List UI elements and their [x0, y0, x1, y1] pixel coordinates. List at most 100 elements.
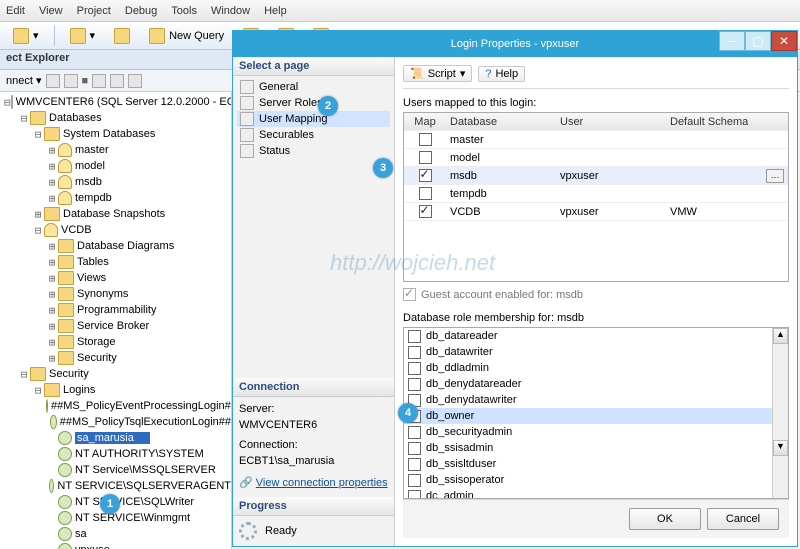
- dialog-title-bar[interactable]: Login Properties - vpxuser ─ ▢ ✕: [233, 31, 797, 57]
- role-item[interactable]: db_ssisadmin: [404, 440, 788, 456]
- role-checkbox[interactable]: [408, 474, 421, 487]
- tree-item[interactable]: ⊞Views: [4, 270, 231, 286]
- role-item[interactable]: db_denydatareader: [404, 376, 788, 392]
- toolbar-btn[interactable]: [107, 25, 137, 47]
- tree-login[interactable]: NT AUTHORITY\SYSTEM: [4, 446, 231, 462]
- object-explorer-tree[interactable]: ⊟WMVCENTER6 (SQL Server 12.0.2000 - ECBT…: [0, 92, 232, 549]
- role-item[interactable]: db_datareader: [404, 328, 788, 344]
- tree-db[interactable]: ⊞msdb: [4, 174, 231, 190]
- tree-item[interactable]: ⊞Database Diagrams: [4, 238, 231, 254]
- tree-login[interactable]: sa_marusia: [4, 430, 231, 446]
- ok-button[interactable]: OK: [629, 508, 701, 530]
- oe-tool-icon[interactable]: [64, 74, 78, 88]
- tree-item[interactable]: ⊞Security: [4, 350, 231, 366]
- tree-item[interactable]: ⊞Storage: [4, 334, 231, 350]
- help-button[interactable]: ?Help: [478, 66, 525, 82]
- page-general[interactable]: General: [237, 79, 390, 95]
- tree-login[interactable]: ##MS_PolicyTsqlExecutionLogin##: [4, 414, 231, 430]
- grid-row[interactable]: msdbvpxuser …: [404, 167, 788, 185]
- tree-login[interactable]: ##MS_PolicyEventProcessingLogin##: [4, 398, 231, 414]
- role-item[interactable]: db_ddladmin: [404, 360, 788, 376]
- tree-db[interactable]: ⊞tempdb: [4, 190, 231, 206]
- toolbar-btn[interactable]: ▾: [63, 25, 103, 47]
- page-server-roles[interactable]: Server Roles: [237, 95, 390, 111]
- role-item[interactable]: db_ssisltduser: [404, 456, 788, 472]
- role-checkbox[interactable]: [408, 346, 421, 359]
- role-checkbox[interactable]: [408, 442, 421, 455]
- login-icon: [58, 527, 72, 541]
- role-checkbox[interactable]: [408, 362, 421, 375]
- tree-security[interactable]: ⊟Security: [4, 366, 231, 382]
- map-checkbox[interactable]: [419, 169, 432, 182]
- new-query-button[interactable]: New Query: [142, 25, 231, 47]
- map-checkbox[interactable]: [419, 133, 432, 146]
- progress-header: Progress: [233, 497, 394, 516]
- menu-project[interactable]: Project: [77, 5, 111, 17]
- menu-tools[interactable]: Tools: [171, 5, 197, 17]
- page-securables[interactable]: Securables: [237, 127, 390, 143]
- tree-item[interactable]: ⊞Programmability: [4, 302, 231, 318]
- tree-databases[interactable]: ⊟Databases: [4, 110, 231, 126]
- role-checkbox[interactable]: [408, 378, 421, 391]
- menu-help[interactable]: Help: [264, 5, 287, 17]
- oe-tool-icon[interactable]: [46, 74, 60, 88]
- ellipsis-button[interactable]: …: [766, 169, 784, 183]
- map-checkbox[interactable]: [419, 151, 432, 164]
- role-membership-list[interactable]: db_datareaderdb_datawriterdb_ddladmindb_…: [403, 327, 789, 499]
- tree-item[interactable]: ⊞Tables: [4, 254, 231, 270]
- tree-db[interactable]: ⊞model: [4, 158, 231, 174]
- menu-debug[interactable]: Debug: [125, 5, 157, 17]
- tree-db[interactable]: ⊞master: [4, 142, 231, 158]
- tree-login[interactable]: sa: [4, 526, 231, 542]
- grid-row[interactable]: VCDBvpxuserVMW: [404, 203, 788, 221]
- script-button[interactable]: 📜Script▾: [403, 65, 472, 82]
- select-page-header: Select a page: [233, 57, 394, 76]
- connect-dropdown[interactable]: nnect ▾: [6, 74, 42, 87]
- grid-row[interactable]: model: [404, 149, 788, 167]
- map-checkbox[interactable]: [419, 205, 432, 218]
- tree-logins[interactable]: ⊟Logins: [4, 382, 231, 398]
- tree-db-snapshots[interactable]: ⊞Database Snapshots: [4, 206, 231, 222]
- tree-login[interactable]: NT SERVICE\SQLSERVERAGENT: [4, 478, 231, 494]
- minimize-button[interactable]: ─: [719, 31, 745, 51]
- role-item[interactable]: dc_admin: [404, 488, 788, 499]
- role-checkbox[interactable]: [408, 458, 421, 471]
- oe-tool-icon[interactable]: [92, 74, 106, 88]
- grid-row[interactable]: tempdb: [404, 185, 788, 203]
- map-checkbox[interactable]: [419, 187, 432, 200]
- toolbar-btn[interactable]: ▾: [6, 25, 46, 47]
- scrollbar[interactable]: ▲ ▼: [772, 328, 788, 498]
- scroll-up-button[interactable]: ▲: [773, 328, 788, 344]
- role-checkbox[interactable]: [408, 330, 421, 343]
- scroll-down-button[interactable]: ▼: [773, 440, 788, 456]
- tree-login[interactable]: NT SERVICE\Winmgmt: [4, 510, 231, 526]
- main-menu[interactable]: Edit View Project Debug Tools Window Hel…: [0, 0, 800, 22]
- role-item[interactable]: db_owner: [404, 408, 788, 424]
- role-checkbox[interactable]: [408, 490, 421, 500]
- tree-login-vpxuser[interactable]: vpxuse: [4, 542, 231, 549]
- cancel-button[interactable]: Cancel: [707, 508, 779, 530]
- menu-view[interactable]: View: [39, 5, 63, 17]
- oe-tool-icon[interactable]: [110, 74, 124, 88]
- oe-tool-icon[interactable]: [128, 74, 142, 88]
- tree-item[interactable]: ⊞Synonyms: [4, 286, 231, 302]
- maximize-button[interactable]: ▢: [745, 31, 771, 51]
- menu-edit[interactable]: Edit: [6, 5, 25, 17]
- role-item[interactable]: db_securityadmin: [404, 424, 788, 440]
- view-connection-properties-link[interactable]: View connection properties: [256, 477, 388, 489]
- tree-system-databases[interactable]: ⊟System Databases: [4, 126, 231, 142]
- user-mapping-grid[interactable]: Map Database User Default Schema master …: [403, 112, 789, 282]
- tree-server[interactable]: ⊟WMVCENTER6 (SQL Server 12.0.2000 - ECBT…: [4, 94, 231, 110]
- page-status[interactable]: Status: [237, 143, 390, 159]
- role-checkbox[interactable]: [408, 426, 421, 439]
- tree-item[interactable]: ⊞Service Broker: [4, 318, 231, 334]
- role-item[interactable]: db_denydatawriter: [404, 392, 788, 408]
- tree-vcdb[interactable]: ⊟VCDB: [4, 222, 231, 238]
- role-item[interactable]: db_datawriter: [404, 344, 788, 360]
- grid-row[interactable]: master: [404, 131, 788, 149]
- page-user-mapping[interactable]: User Mapping: [237, 111, 390, 127]
- role-item[interactable]: db_ssisoperator: [404, 472, 788, 488]
- close-button[interactable]: ✕: [771, 31, 797, 51]
- tree-login[interactable]: NT Service\MSSQLSERVER: [4, 462, 231, 478]
- menu-window[interactable]: Window: [211, 5, 250, 17]
